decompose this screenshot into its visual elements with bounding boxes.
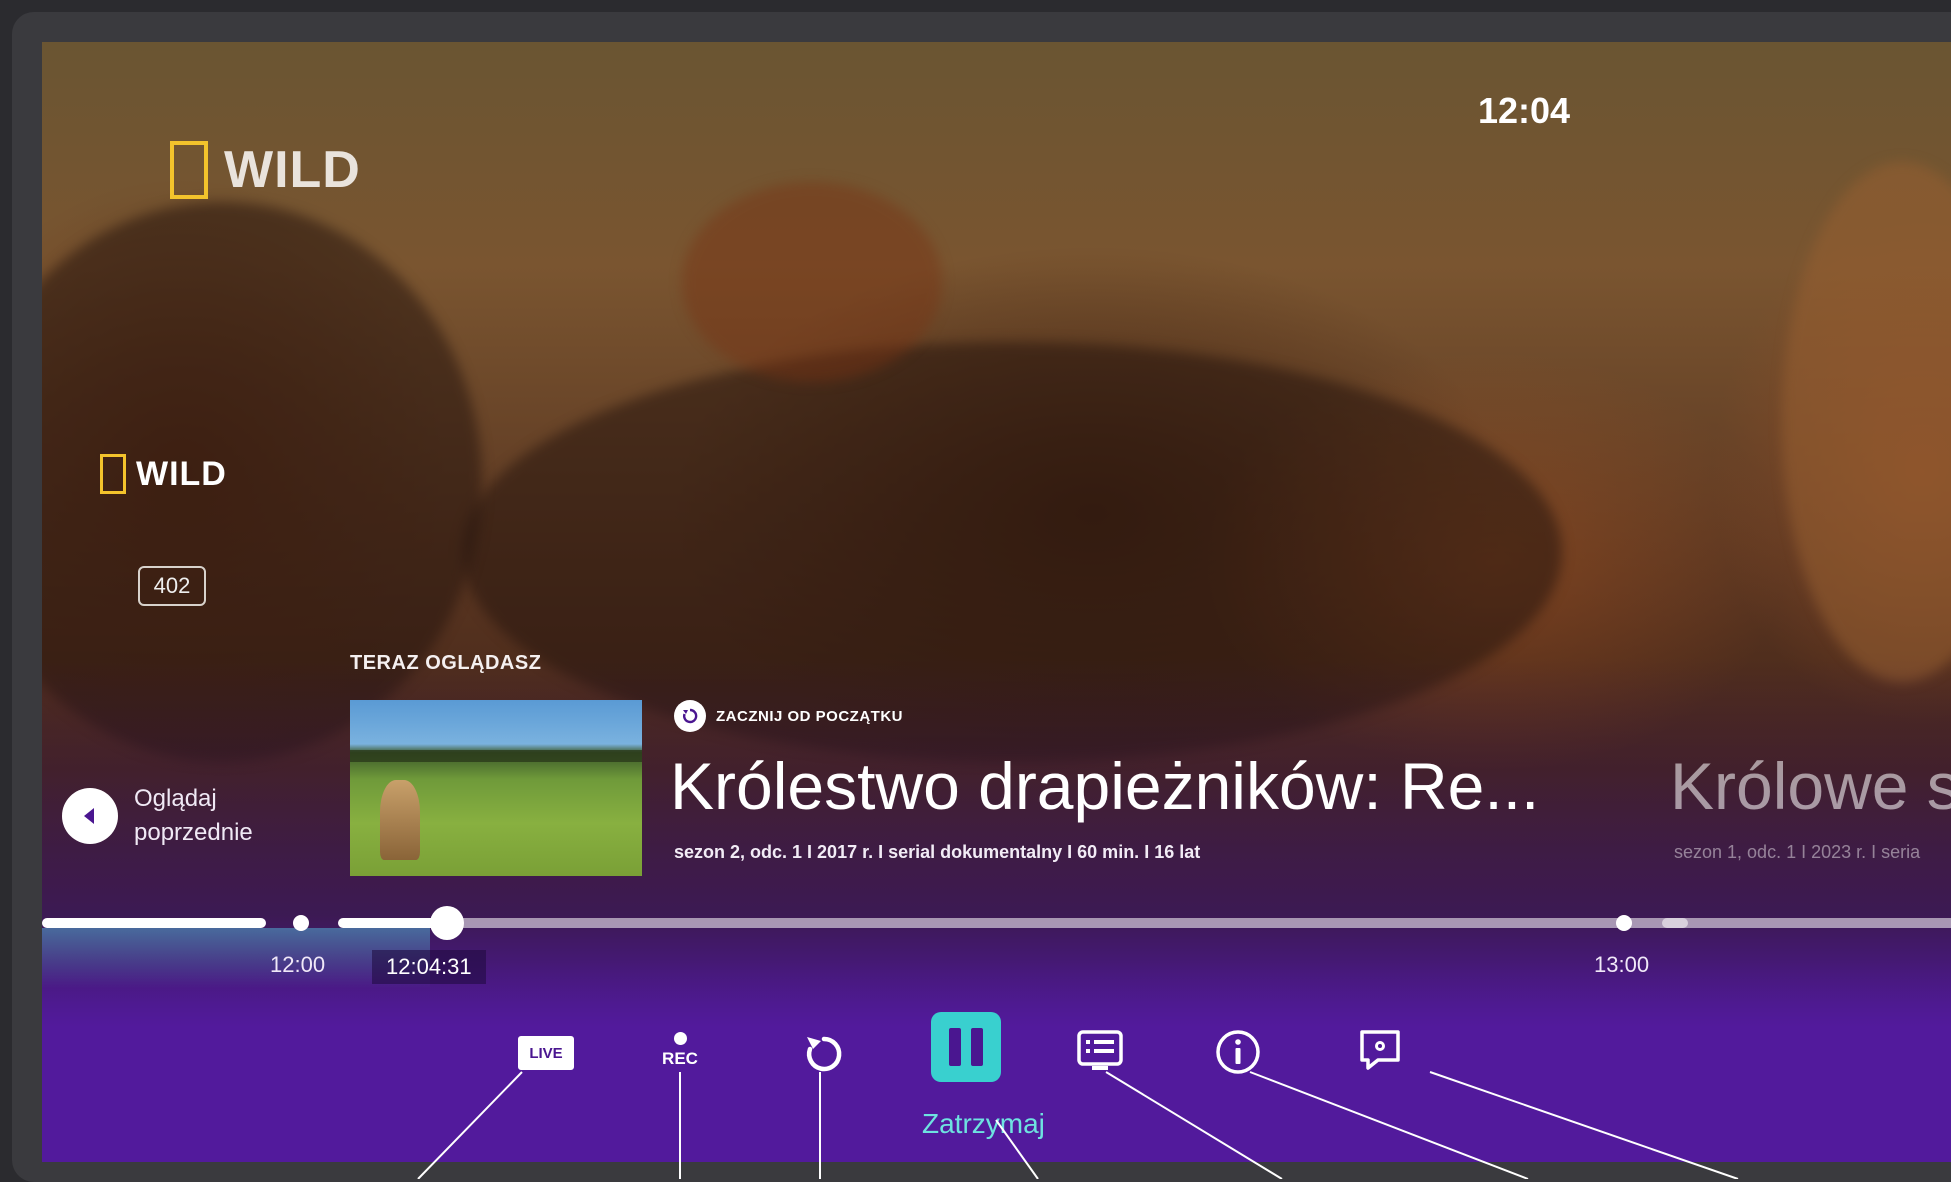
settings-icon — [1360, 1030, 1400, 1070]
timeline-start-time: 12:00 — [270, 952, 326, 977]
record-icon — [673, 1031, 687, 1045]
channel-logo-watermark: WILD — [170, 140, 361, 200]
thumbnail-treeline — [350, 750, 642, 762]
channel-name: WILD — [136, 454, 227, 493]
watch-previous-line1: Oglądaj — [134, 785, 217, 812]
live-button[interactable]: LIVE — [518, 1036, 574, 1070]
thumbnail-lion — [380, 780, 420, 860]
epg-icon — [1077, 1030, 1123, 1070]
channel-number-badge: 402 — [138, 566, 206, 606]
restart-icon — [674, 700, 706, 732]
chevron-left-icon — [62, 788, 118, 844]
watch-previous-button[interactable]: Oglądaj poprzednie — [62, 782, 253, 850]
record-label: REC — [662, 1048, 698, 1068]
pause-label: Zatrzymaj — [922, 1108, 1045, 1139]
timeline-marker-end — [1616, 915, 1632, 931]
pause-icon — [971, 1028, 983, 1066]
next-program-title[interactable]: Królowe s — [1670, 748, 1951, 824]
replay-button[interactable] — [794, 1024, 854, 1084]
watch-previous-label: Oglądaj poprzednie — [134, 782, 253, 850]
channel-logo: WILD — [100, 454, 227, 494]
timeline-previous-segment — [42, 918, 266, 928]
pause-button[interactable] — [931, 1012, 1001, 1082]
record-button[interactable]: REC — [652, 1022, 708, 1078]
restart-label: ZACZNIJ OD POCZĄTKU — [716, 707, 903, 725]
bottom-gradient — [42, 42, 1951, 1162]
clock: 12:04 — [1478, 90, 1571, 131]
settings-button[interactable] — [1354, 1024, 1406, 1076]
player-controls: LIVE REC Zatrzymaj — [42, 1012, 1951, 1162]
timeline-remaining-segment — [448, 918, 1688, 928]
program-thumbnail — [350, 700, 642, 876]
timeline-handle[interactable] — [430, 906, 464, 940]
brand-frame-icon — [100, 454, 126, 494]
info-button[interactable] — [1212, 1026, 1264, 1078]
channel-logo-text: WILD — [224, 141, 361, 199]
start-from-beginning-button[interactable]: ZACZNIJ OD POCZĄTKU — [674, 700, 903, 732]
program-title: Królestwo drapieżników: Re... — [670, 749, 1540, 823]
timeline-marker-start — [293, 915, 309, 931]
next-program-metadata: sezon 1, odc. 1 I 2023 r. I seria — [1674, 842, 1921, 862]
info-icon — [1216, 1030, 1260, 1074]
now-watching-label: TERAZ OGLĄDASZ — [350, 652, 542, 674]
live-icon: LIVE — [529, 1044, 563, 1062]
watch-previous-line2: poprzednie — [134, 819, 253, 846]
video-player-screen: WILD 12:04 WILD 402 Oglądaj poprzednie T… — [42, 42, 1951, 1162]
pause-icon — [949, 1028, 961, 1066]
brand-frame-icon — [170, 141, 208, 199]
replay-icon — [806, 1036, 842, 1072]
timeline-current-time: 12:04:31 — [372, 950, 486, 984]
program-guide-button[interactable] — [1072, 1026, 1128, 1076]
timeline-next-segment — [1662, 918, 1951, 928]
program-metadata: sezon 2, odc. 1 I 2017 r. I serial dokum… — [674, 842, 1201, 862]
timeline-scrubber[interactable] — [42, 906, 1951, 940]
timeline-end-time: 13:00 — [1594, 952, 1650, 977]
